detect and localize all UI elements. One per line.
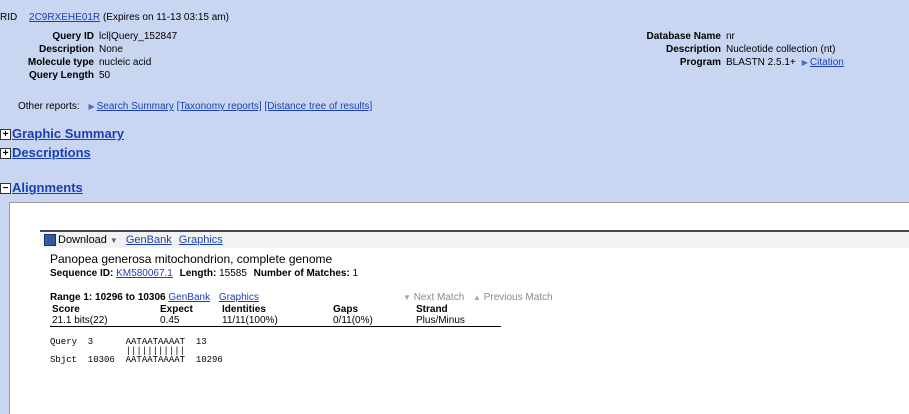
rid-row: RID 2C9RXEHE01R (Expires on 11-13 03:15 …: [0, 12, 229, 23]
strand-value: Plus/Minus: [416, 315, 465, 326]
strand-header: Strand: [416, 304, 448, 315]
identities-header: Identities: [222, 304, 266, 315]
search-summary-link[interactable]: Search Summary: [97, 101, 174, 112]
hit-toolbar: Download ▼ GenBank Graphics: [40, 230, 909, 248]
rid-expires: (Expires on 11-13 03:15 am): [102, 12, 229, 23]
seqid-link[interactable]: KM580067.1: [116, 268, 173, 279]
length-label: Length:: [179, 268, 217, 279]
genbank-link[interactable]: GenBank: [126, 234, 172, 246]
next-match[interactable]: ▼ Next Match: [403, 292, 464, 303]
minus-box-icon[interactable]: −: [0, 183, 11, 195]
query-length-value: 50: [99, 70, 111, 81]
previous-match[interactable]: ▲ Previous Match: [473, 292, 553, 303]
query-length-label: Query Length: [28, 70, 94, 81]
database-fields: Database Name nr Description Nucleotide co…: [571, 30, 844, 69]
expect-header: Expect: [160, 304, 193, 315]
other-reports-label: Other reports:: [18, 101, 80, 112]
query-id-value: lcl|Query_152847: [99, 31, 178, 42]
report-header: RID 2C9RXEHE01R (Expires on 11-13 03:15 …: [0, 0, 909, 200]
matches-label: Number of Matches:: [253, 268, 350, 279]
download-button[interactable]: Download: [58, 234, 107, 246]
database-name-value: nr: [726, 31, 735, 42]
description-value: None: [99, 44, 123, 55]
graphic-summary-link[interactable]: Graphic Summary: [12, 126, 124, 141]
db-description-label: Description: [665, 44, 721, 55]
length-value: 15585: [219, 268, 247, 279]
database-name-label: Database Name: [646, 31, 721, 42]
descriptions-link[interactable]: Descriptions: [12, 145, 91, 160]
citation-link[interactable]: Citation: [810, 57, 844, 68]
descriptions-section[interactable]: + Descriptions: [0, 145, 91, 160]
range-row: Range 1: 10296 to 10306 GenBank Graphics: [50, 292, 259, 303]
description-label: Description: [38, 44, 94, 55]
hit-title: Panopea generosa mitochondrion, complete…: [50, 252, 333, 266]
chevron-down-icon[interactable]: ▼: [110, 236, 118, 245]
db-description-value: Nucleotide collection (nt): [726, 44, 836, 55]
gaps-header: Gaps: [333, 304, 359, 315]
sbjct-line: Sbjct 10306 AATAATAAAAT 10296: [50, 355, 223, 365]
other-reports: Other reports: ▶ Search Summary [Taxonomy…: [18, 101, 372, 112]
range-genbank-link[interactable]: GenBank: [168, 292, 210, 303]
query-fields: Query ID lcl|Query_152847 Description None…: [0, 30, 177, 82]
graphic-summary-section[interactable]: + Graphic Summary: [0, 126, 124, 141]
alignments-link[interactable]: Alignments: [12, 180, 83, 195]
triangle-up-icon: ▲: [473, 293, 481, 302]
rid-label: RID: [0, 12, 18, 23]
plus-box-icon[interactable]: +: [0, 148, 11, 160]
score-value: 21.1 bits(22): [52, 315, 108, 326]
molecule-type-label: Molecule type: [27, 57, 94, 68]
taxonomy-reports-link[interactable]: [Taxonomy reports]: [177, 101, 262, 112]
range-graphics-link[interactable]: Graphics: [219, 292, 259, 303]
molecule-type-value: nucleic acid: [99, 57, 152, 68]
range-label: Range 1: 10296 to 10306: [50, 292, 166, 303]
program-value: BLASTN 2.5.1+: [726, 57, 796, 68]
triangle-right-icon: ▶: [88, 102, 95, 111]
expect-value: 0.45: [160, 315, 180, 326]
seqid-label: Sequence ID:: [50, 268, 114, 279]
sequence-info: Sequence ID: KM580067.1 Length: 15585 Nu…: [50, 268, 358, 279]
plus-box-icon[interactable]: +: [0, 129, 11, 141]
matches-value: 1: [352, 268, 359, 279]
triangle-down-icon: ▼: [403, 293, 411, 302]
floppy-disk-icon: [44, 234, 56, 247]
distance-tree-link[interactable]: [Distance tree of results]: [265, 101, 373, 112]
graphics-link[interactable]: Graphics: [179, 234, 223, 246]
rid-link[interactable]: 2C9RXEHE01R: [29, 12, 100, 23]
sequence-alignment: Query 3 AATAATAAAAT 13 ||||||||||| Sbjct …: [50, 338, 223, 365]
alignments-section[interactable]: − Alignments: [0, 180, 83, 195]
identities-value: 11/11(100%): [222, 315, 278, 326]
next-match-label[interactable]: Next Match: [414, 292, 465, 303]
query-id-label: Query ID: [52, 31, 94, 42]
previous-match-label[interactable]: Previous Match: [484, 292, 553, 303]
score-header: Score: [52, 304, 80, 315]
gaps-value: 0/11(0%): [333, 315, 373, 326]
hit-stats-table: Score Expect Identities Gaps Strand 21.1…: [50, 304, 501, 327]
program-label: Program: [679, 57, 721, 68]
triangle-right-icon: ▶: [801, 58, 808, 67]
alignments-panel: Download ▼ GenBank Graphics Panopea genero…: [9, 202, 909, 414]
